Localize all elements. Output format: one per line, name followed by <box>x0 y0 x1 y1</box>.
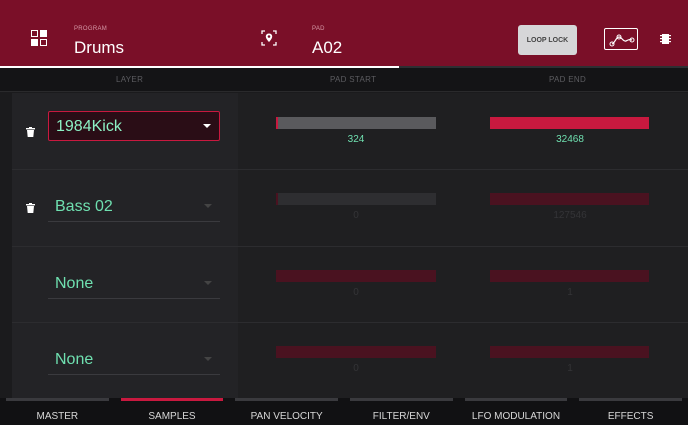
header-bar: PROGRAM Drums PAD A02 LOOP LOCK <box>0 0 688 66</box>
bottom-tab-bar: MASTER SAMPLES PAN VELOCITY FILTER/ENV LFO M… <box>0 398 688 425</box>
pad-end-slider[interactable] <box>490 193 649 205</box>
pad-end-slider[interactable] <box>490 117 649 129</box>
pad-end-fill <box>490 193 649 205</box>
program-grid-icon[interactable] <box>31 30 47 46</box>
pad-end-fill <box>490 270 649 282</box>
layer-sample-name: None <box>55 275 94 292</box>
tab-indicator <box>235 398 338 401</box>
pad-end-fill <box>490 346 649 358</box>
pad-start-value: 0 <box>353 210 359 221</box>
column-pad-end: PAD END <box>549 75 587 84</box>
row-divider <box>12 169 688 170</box>
pad-start-slider[interactable] <box>276 346 436 358</box>
chevron-down-icon <box>204 204 212 208</box>
trash-icon[interactable] <box>26 127 35 137</box>
pad-end-value: 127546 <box>553 210 587 221</box>
pad-name[interactable]: A02 <box>312 38 342 58</box>
trash-icon[interactable] <box>26 203 35 213</box>
tab-indicator <box>464 398 568 401</box>
tab-label: FILTER/ENV <box>372 411 430 422</box>
tab-pan-velocity[interactable]: PAN VELOCITY <box>229 398 344 425</box>
layer-sample-select[interactable]: None <box>48 345 220 375</box>
pad-start-value: 0 <box>353 363 359 374</box>
tab-indicator <box>6 398 109 401</box>
tab-indicator <box>350 398 453 401</box>
column-pad-start: PAD START <box>330 75 377 84</box>
pad-start-fill <box>276 346 278 358</box>
chevron-down-icon <box>204 357 212 361</box>
chevron-down-icon <box>203 124 211 128</box>
grid-cell-icon <box>31 39 38 46</box>
pad-start-slider[interactable] <box>276 270 436 282</box>
pad-end-fill <box>490 117 649 129</box>
program-name[interactable]: Drums <box>74 38 124 58</box>
pad-start-slider[interactable] <box>276 193 436 205</box>
pad-start-value: 0 <box>353 287 359 298</box>
tab-samples[interactable]: SAMPLES <box>115 398 230 425</box>
grid-cell-icon <box>31 30 38 37</box>
pad-end-slider[interactable] <box>490 346 649 358</box>
layer-sample-select[interactable]: Bass 02 <box>48 192 220 222</box>
loop-lock-button[interactable]: LOOP LOCK <box>518 25 577 55</box>
pad-end-slider[interactable] <box>490 270 649 282</box>
tab-label: LFO MODULATION <box>471 411 561 422</box>
tab-lfo-modulation[interactable]: LFO MODULATION <box>459 398 574 425</box>
envelope-curve-icon <box>609 34 635 47</box>
tab-label: PAN VELOCITY <box>250 411 323 422</box>
envelope-button[interactable] <box>604 28 638 50</box>
tab-label: SAMPLES <box>148 411 196 422</box>
pad-end-value: 1 <box>567 363 573 374</box>
column-layer: LAYER <box>116 75 144 84</box>
layer-sample-name: Bass 02 <box>55 198 113 215</box>
layer-sample-name: None <box>55 351 94 368</box>
select-underline <box>48 298 220 299</box>
tab-master[interactable]: MASTER <box>0 398 115 425</box>
grid-cell-icon <box>40 39 47 46</box>
program-label: PROGRAM <box>74 26 108 32</box>
layer-sample-select[interactable]: 1984Kick <box>48 111 220 141</box>
pad-start-fill <box>276 193 278 205</box>
row-divider <box>12 246 688 247</box>
tab-indicator <box>579 398 682 401</box>
select-underline <box>48 374 220 375</box>
tab-label: EFFECTS <box>607 411 654 422</box>
layer-sample-select[interactable]: None <box>48 269 220 299</box>
layer-sample-name: 1984Kick <box>56 118 122 135</box>
pad-end-value: 1 <box>567 287 573 298</box>
tab-label: MASTER <box>36 411 79 422</box>
pad-start-fill <box>276 117 278 129</box>
chip-icon[interactable] <box>660 33 671 45</box>
pad-label: PAD <box>312 26 325 32</box>
tab-filter-env[interactable]: FILTER/ENV <box>344 398 459 425</box>
pad-start-value: 324 <box>347 134 365 145</box>
tab-effects[interactable]: EFFECTS <box>573 398 688 425</box>
pad-end-value: 32468 <box>556 134 584 145</box>
row-divider <box>12 322 688 323</box>
grid-cell-icon <box>40 30 47 37</box>
column-header-row: LAYER PAD START PAD END <box>0 68 688 92</box>
chevron-down-icon <box>204 281 212 285</box>
pad-start-fill <box>276 270 278 282</box>
pad-locate-icon[interactable] <box>261 30 277 46</box>
tab-indicator <box>120 398 224 401</box>
select-underline <box>48 221 220 222</box>
pad-start-slider[interactable] <box>276 117 436 129</box>
